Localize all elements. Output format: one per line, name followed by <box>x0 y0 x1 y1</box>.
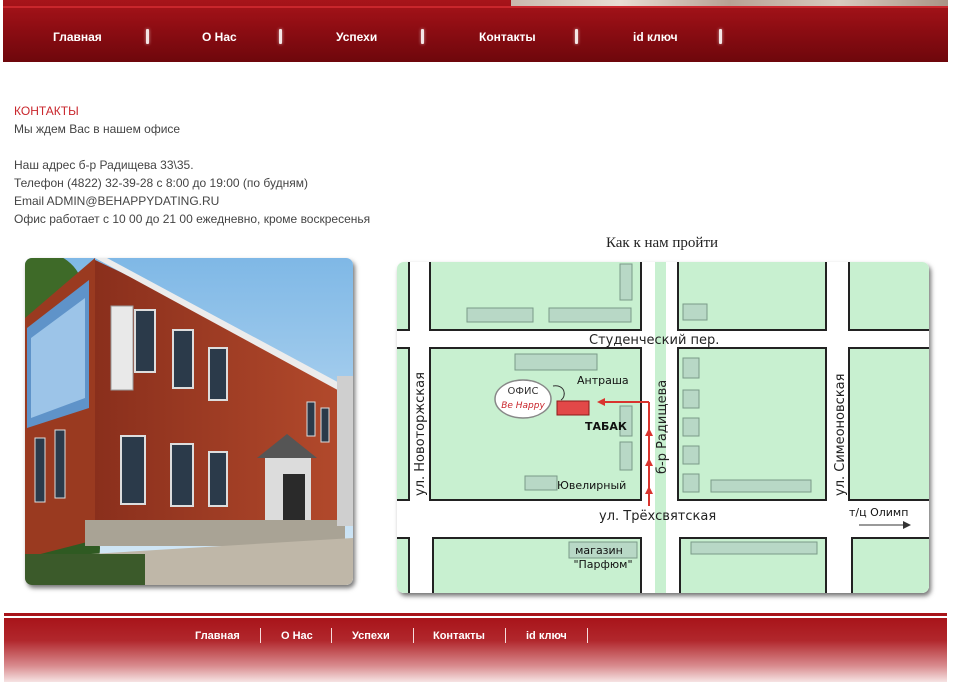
footer-separator <box>331 628 332 643</box>
email-text: Email ADMIN@BEHAPPYDATING.RU <box>14 194 220 208</box>
office-building-photo <box>25 258 353 585</box>
map-label-office: ОФИС <box>508 386 539 397</box>
footer-separator <box>413 628 414 643</box>
footer-divider <box>4 613 947 616</box>
nav-contacts[interactable]: Контакты <box>479 30 536 44</box>
map-label-tabak: ТАБАК <box>585 420 627 433</box>
nav-id-key[interactable]: id ключ <box>633 30 678 44</box>
top-navigation-bar: Главная О Нас Успехи Контакты id ключ <box>3 0 948 62</box>
map-label-studencheskiy: Студенческий пер. <box>589 333 719 348</box>
footer-nav-success[interactable]: Успехи <box>352 630 390 642</box>
map-label-simeonovskaya: ул. Симеоновская <box>833 374 848 496</box>
map-label-juvelirny: Ювелирный <box>557 479 626 492</box>
footer-nav-home[interactable]: Главная <box>195 630 240 642</box>
header-highlight-line <box>3 6 948 8</box>
map-label-olimp: т/ц Олимп <box>849 506 908 519</box>
location-map: ОФИС Be Happy Студенческий пер. ул. Трёх… <box>397 262 929 593</box>
footer-separator <box>505 628 506 643</box>
footer-separator <box>260 628 261 643</box>
map-label-parfum-1: магазин <box>575 544 623 557</box>
nav-separator <box>575 29 578 44</box>
nav-separator <box>279 29 282 44</box>
footer-nav-contacts[interactable]: Контакты <box>433 630 485 642</box>
nav-success[interactable]: Успехи <box>336 30 377 44</box>
map-label-parfum-2: "Парфюм" <box>573 558 632 571</box>
footer-navigation: Главная О Нас Успехи Контакты id ключ <box>4 618 947 682</box>
nav-separator <box>719 29 722 44</box>
map-label-antrasha: Антраша <box>577 374 629 387</box>
map-label-novotorzhskaya: ул. Новоторжская <box>413 372 428 496</box>
nav-separator <box>146 29 149 44</box>
footer-separator <box>587 628 588 643</box>
phone-text: Телефон (4822) 32-39-28 с 8:00 до 19:00 … <box>14 176 308 190</box>
footer-nav-about[interactable]: О Нас <box>281 630 313 642</box>
map-label-tryokhsvyatskaya: ул. Трёхсвятская <box>599 509 716 524</box>
map-caption: Как к нам пройти <box>605 235 719 251</box>
map-label-office-logo: Be Happy <box>501 401 545 411</box>
office-hours-text: Офис работает с 10 00 до 21 00 ежедневно… <box>14 212 371 226</box>
footer-nav-id-key[interactable]: id ключ <box>526 630 567 642</box>
nav-about[interactable]: О Нас <box>202 30 237 44</box>
map-label-radishcheva: б-р Радищева <box>655 380 670 474</box>
contacts-heading: КОНТАКТЫ <box>14 104 79 118</box>
nav-home[interactable]: Главная <box>53 30 102 44</box>
nav-separator <box>421 29 424 44</box>
welcome-text: Мы ждем Вас в нашем офисе <box>14 122 181 136</box>
address-text: Наш адрес б-р Радищева 33\35. <box>14 158 194 172</box>
